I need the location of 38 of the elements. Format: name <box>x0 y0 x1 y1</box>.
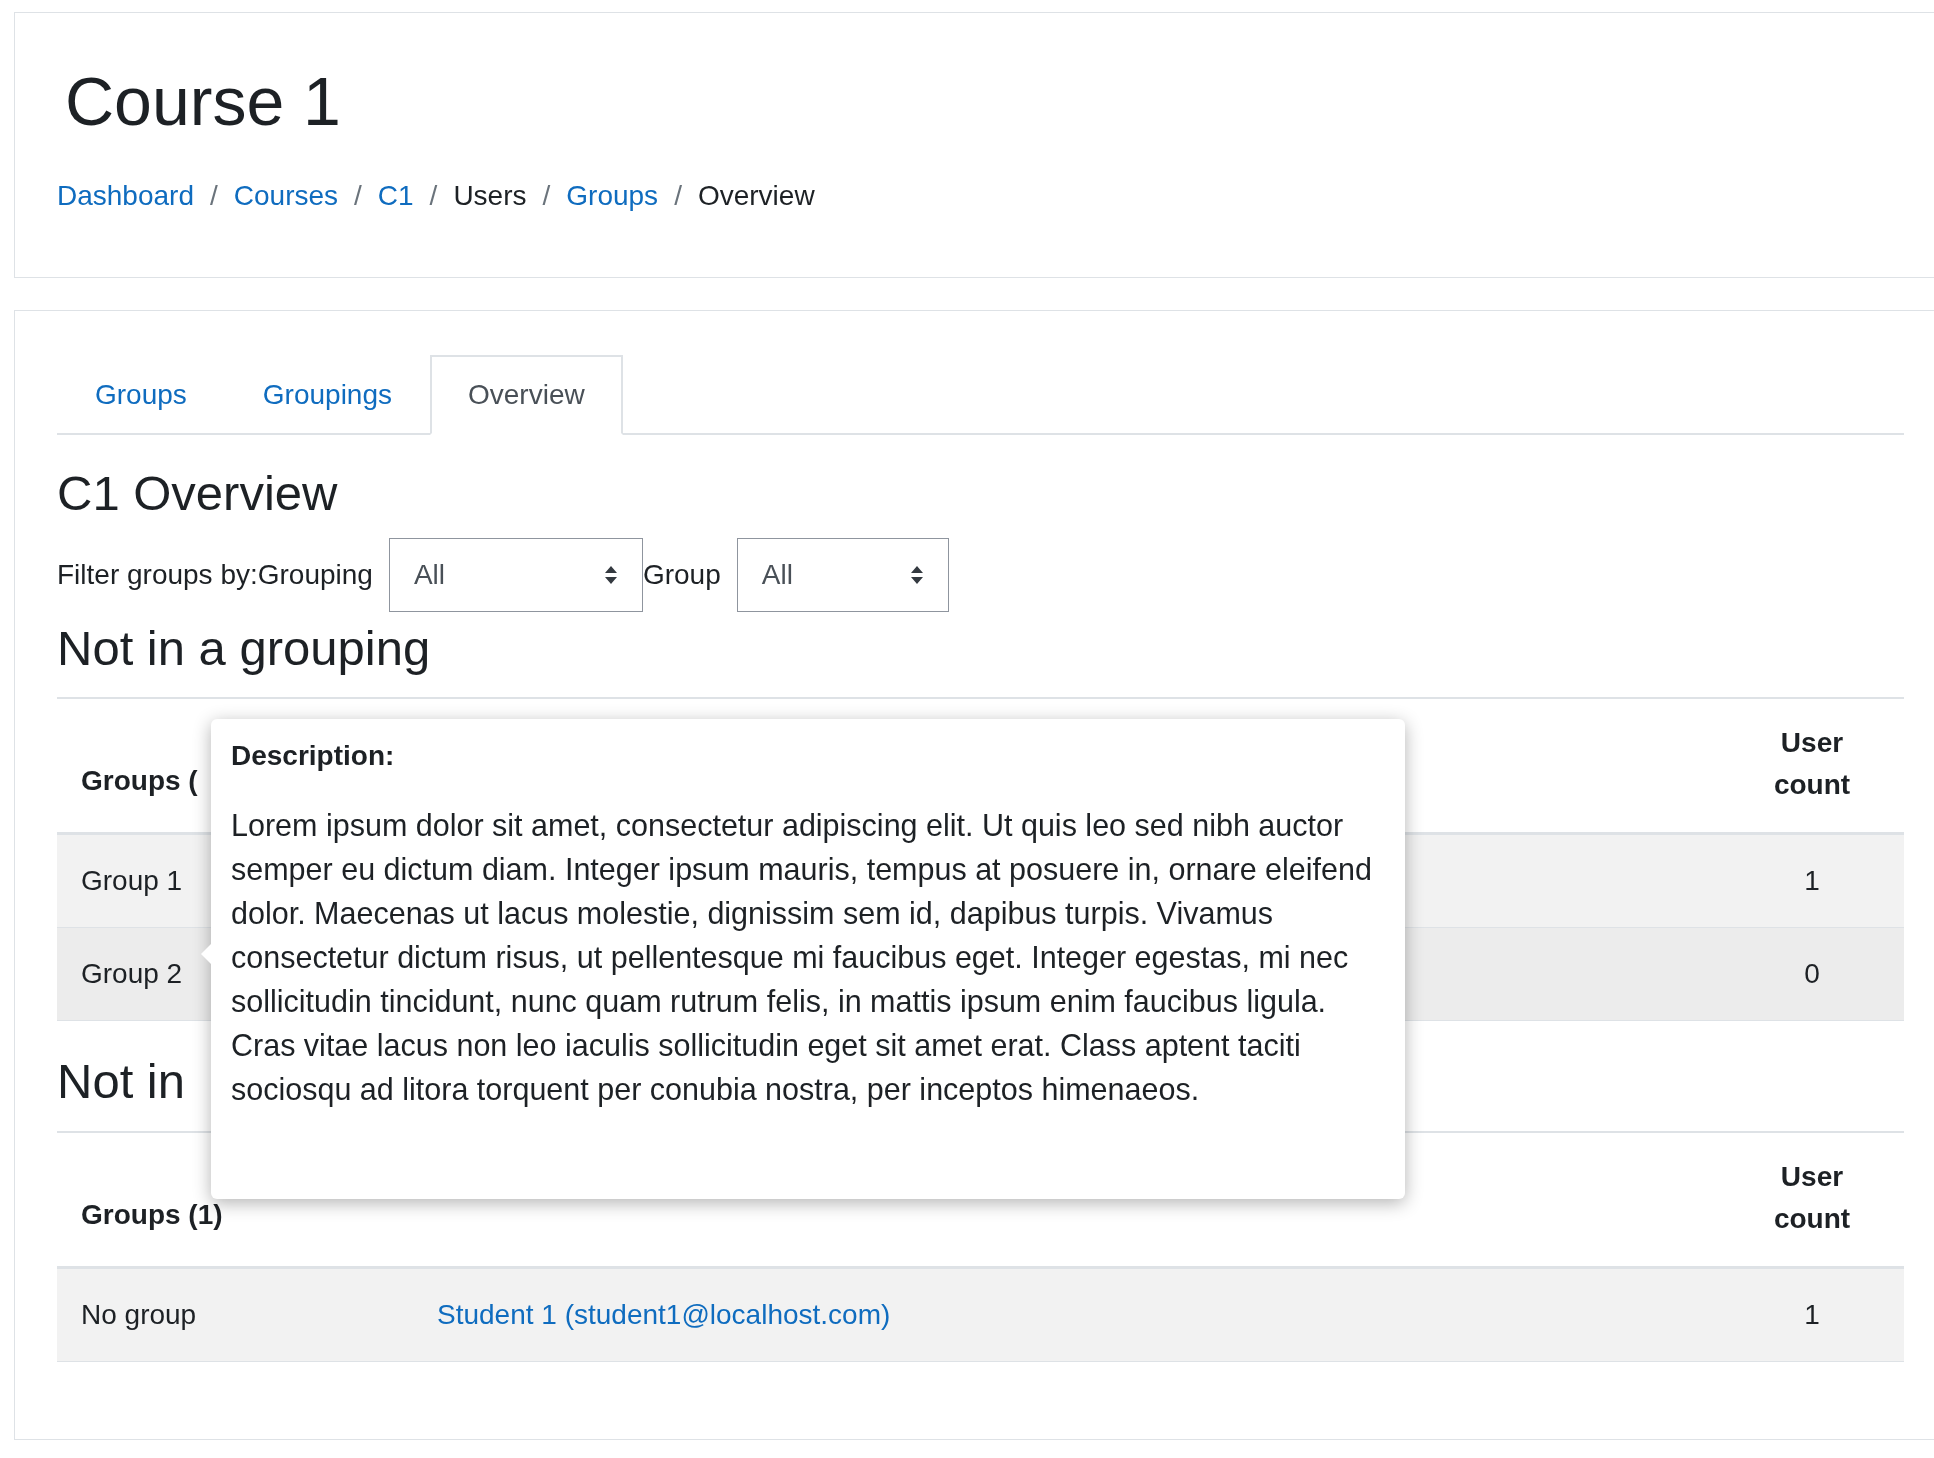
breadcrumb-separator: / <box>542 179 551 213</box>
breadcrumb-link[interactable]: Groups <box>566 175 659 217</box>
grouping-label: Grouping <box>257 558 373 592</box>
group-select[interactable]: All <box>736 538 949 612</box>
tooltip-title: Description: <box>231 739 396 773</box>
breadcrumb-separator: / <box>429 179 438 213</box>
breadcrumb-separator: / <box>674 179 682 213</box>
tab[interactable]: Groupings <box>224 355 430 435</box>
column-header: Groups (1) <box>81 1198 223 1230</box>
breadcrumb-separator: / <box>354 179 362 213</box>
column-header: Groups ( <box>81 765 198 797</box>
tab[interactable]: Groups <box>57 355 225 435</box>
breadcrumb-item: Overview <box>697 179 815 213</box>
grouping-select[interactable]: All <box>388 538 643 612</box>
table-cell: 1 <box>1804 1298 1820 1330</box>
grouping-heading: Not in <box>57 1053 185 1111</box>
column-header: User count <box>1772 1159 1852 1236</box>
table-cell: 1 <box>1804 865 1820 897</box>
tab[interactable]: Overview <box>430 355 623 435</box>
group-label: Group <box>642 558 721 592</box>
column-header: User count <box>1772 726 1852 803</box>
breadcrumb-item: Users <box>453 179 527 213</box>
member-link[interactable]: Student 1 (student1@localhost.com) <box>437 1298 891 1330</box>
breadcrumb-separator: / <box>210 179 218 213</box>
breadcrumb-link[interactable]: Courses <box>233 175 339 217</box>
sort-icon <box>909 565 924 585</box>
breadcrumb-link[interactable]: Dashboard <box>57 175 194 217</box>
section-heading: C1 Overview <box>57 469 339 518</box>
page-title: Course 1 <box>64 67 342 135</box>
table-cell: No group <box>81 1298 197 1330</box>
table-cell: 0 <box>1804 958 1820 990</box>
table-cell: Group 2 <box>81 958 183 990</box>
grouping-heading: Not in a grouping <box>57 620 431 677</box>
table-cell: Group 1 <box>81 865 183 897</box>
filter-label: Filter groups by: <box>57 558 258 592</box>
sort-icon <box>603 565 618 585</box>
breadcrumb-link[interactable]: C1 <box>377 175 414 217</box>
tooltip-text: Lorem ipsum dolor sit amet, consectetur adipiscing elit. Ut quis leo sed nibh auctor semper eu dictum diam. Integer ipsum mauris, tempus at posuere in, ornare eleifend dolor. Maecenas ut lacus molestie, dignissim sem id, dapibus turpis. Vivamus consectetur dictum risus, ut pellentesque mi faucibus eget. Integer egestas, mi nec sollicitudin tincidunt, nunc quam rutrum felis, in mattis ipsum enim faucibus ligula. Cras vitae lacus non leo iaculis sollicitudin eget sit amet erat. Class aptent taciti sociosqu ad litora torquent per conubia nostra, per inceptos himenaeos. <box>231 807 1373 1109</box>
